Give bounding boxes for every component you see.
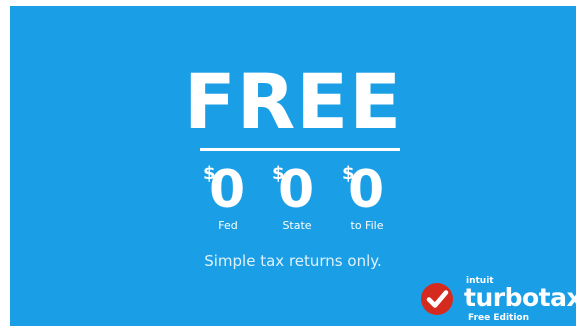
price-label: to File <box>350 219 384 232</box>
price-state: $ 0 State <box>262 161 332 241</box>
ad-stage: FREE $ 0 Fed $ 0 State $ 0 to File Simpl… <box>0 0 576 326</box>
tagline: Simple tax returns only. <box>204 252 382 270</box>
checkmark-icon <box>421 283 453 315</box>
edition-label: Free Edition <box>468 313 530 323</box>
price-amount: 0 <box>278 160 315 220</box>
price-amount: 0 <box>348 160 385 220</box>
price-amount: 0 <box>209 160 246 220</box>
price-label: Fed <box>218 219 238 232</box>
headline: FREE <box>183 57 403 146</box>
turbotax-ad-banner[interactable]: FREE $ 0 Fed $ 0 State $ 0 to File Simpl… <box>10 6 576 326</box>
divider <box>200 148 400 151</box>
turbotax-logo: intuit turbotax Free Edition <box>420 274 576 326</box>
turbotax-wordmark: turbotax <box>464 283 576 312</box>
price-fed: $ 0 Fed <box>193 161 263 241</box>
price-to-file: $ 0 to File <box>332 161 402 241</box>
price-label: State <box>282 219 312 232</box>
